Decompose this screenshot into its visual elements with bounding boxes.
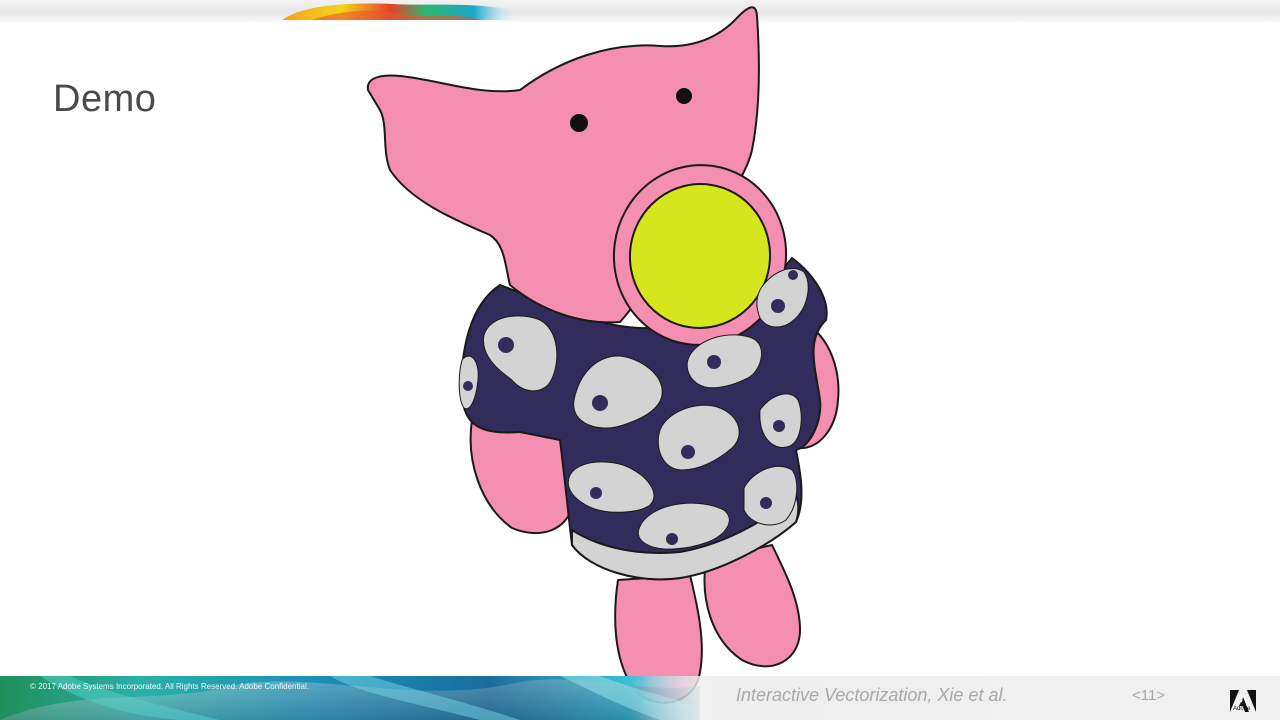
spot-dot [707,355,721,369]
pig-right-eye [676,88,692,104]
copyright-notice: © 2017 Adobe Systems Incorporated. All R… [30,682,309,691]
brand-text: Adobe [1233,706,1251,712]
presentation-title: Interactive Vectorization, Xie et al. [736,685,1008,705]
spot-dot [590,487,602,499]
spot-dot [681,445,695,459]
spot-dot [592,395,608,411]
spot-dot [498,337,514,353]
spot-dot [771,299,785,313]
spot-dot [760,497,772,509]
spot-dot [463,381,473,391]
vectorized-pig-illustration [366,6,840,704]
page-number: <11> [1132,687,1166,704]
pig-left-eye [570,114,588,132]
spot-dot [773,420,785,432]
spot-dot [788,270,798,280]
spot-dot [666,533,678,545]
